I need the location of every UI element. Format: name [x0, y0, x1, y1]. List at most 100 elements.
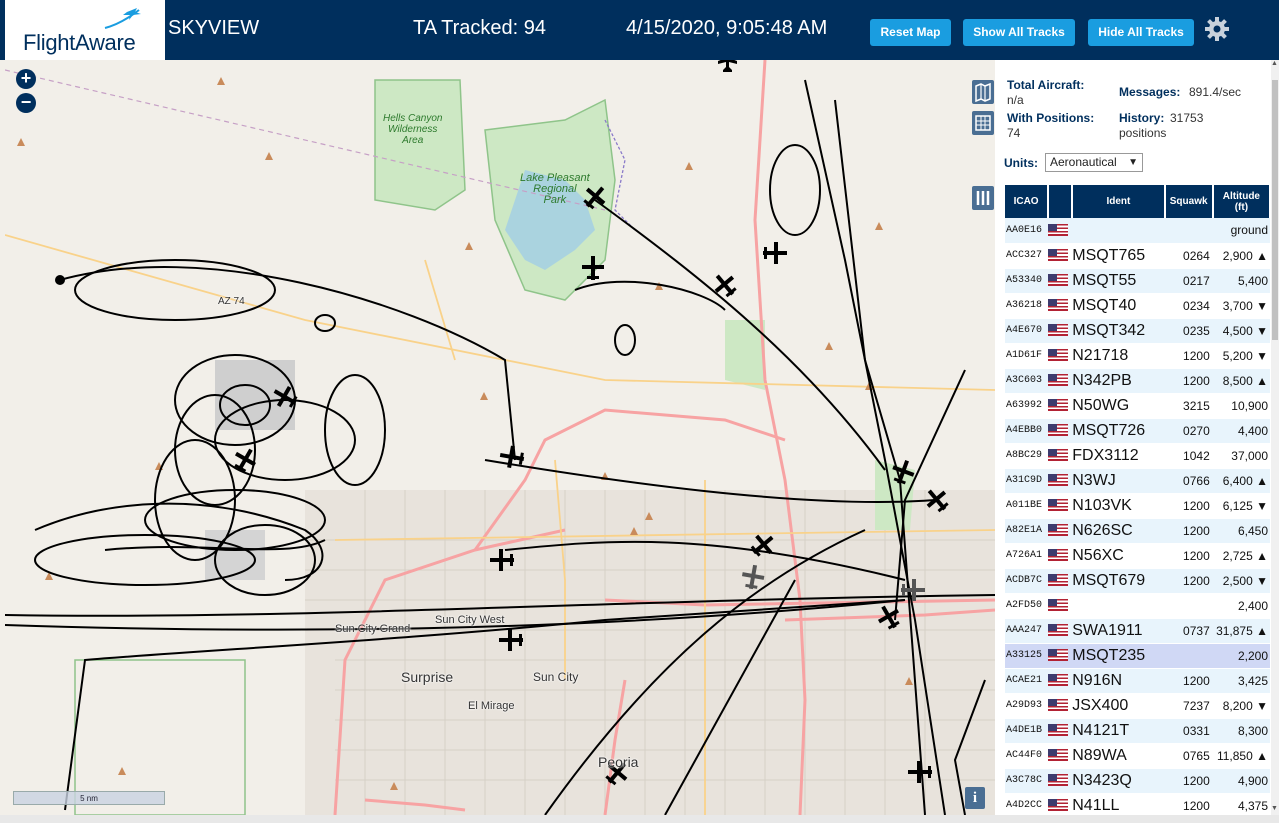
- flag-cell: [1048, 543, 1073, 569]
- table-row[interactable]: ACAE21 N916N 1200 3,425: [1005, 668, 1270, 694]
- skyview-app: FlightAware SKYVIEW TA Tracked: 94 4/15/…: [0, 0, 1279, 823]
- table-row[interactable]: A2FD50 2,400: [1005, 593, 1270, 619]
- icao-cell: A3C78C: [1005, 768, 1049, 794]
- table-row[interactable]: A726A1 N56XC 1200 2,725 ▲: [1005, 543, 1270, 569]
- altitude-cell: 3,425: [1212, 668, 1270, 694]
- map-layers-button[interactable]: [972, 80, 994, 104]
- us-flag-icon: [1048, 324, 1069, 337]
- flag-cell: [1048, 618, 1073, 644]
- ident-cell: MSQT726: [1072, 418, 1165, 444]
- map-canvas[interactable]: Hells Canyon Wilderness Area Lake Pleasa…: [5, 60, 995, 815]
- table-row[interactable]: A31C9D N3WJ 0766 6,400 ▲: [1005, 468, 1270, 494]
- squawk-cell: 1200: [1164, 543, 1213, 569]
- table-row[interactable]: A3C603 N342PB 1200 8,500 ▲: [1005, 368, 1270, 394]
- table-row[interactable]: A3C78C N3423Q 1200 4,900: [1005, 768, 1270, 794]
- table-row[interactable]: A4E670 MSQT342 0235 4,500 ▼: [1005, 318, 1270, 344]
- table-row[interactable]: A1D61F N21718 1200 5,200 ▼: [1005, 343, 1270, 369]
- show-all-tracks-button[interactable]: Show All Tracks: [963, 19, 1075, 46]
- grid-toggle-button[interactable]: [972, 111, 994, 135]
- col-altitude-label: Altitude: [1222, 190, 1260, 202]
- altitude-cell: 2,900 ▲: [1212, 243, 1270, 269]
- ident-cell: MSQT235: [1072, 643, 1165, 669]
- table-row[interactable]: AAA247 SWA1911 0737 31,875 ▲: [1005, 618, 1270, 644]
- flag-cell: [1048, 468, 1073, 494]
- units-select[interactable]: Aeronautical ▼: [1045, 153, 1143, 172]
- table-row[interactable]: AA0E16 ground: [1005, 218, 1270, 244]
- table-row[interactable]: A29D93 JSX400 7237 8,200 ▼: [1005, 693, 1270, 719]
- history-value: 31753: [1170, 111, 1204, 125]
- col-ident[interactable]: Ident: [1072, 185, 1166, 218]
- table-header-row: ICAO Ident Squawk Altitude (ft): [1005, 185, 1271, 218]
- table-row[interactable]: A4EBB0 MSQT726 0270 4,400: [1005, 418, 1270, 444]
- scroll-down-icon[interactable]: ▼: [1271, 805, 1278, 812]
- flag-cell: [1048, 668, 1073, 694]
- header-bar: FlightAware SKYVIEW TA Tracked: 94 4/15/…: [0, 0, 1279, 60]
- altitude-cell: 6,400 ▲: [1212, 468, 1270, 494]
- table-row[interactable]: A4DE1B N4121T 0331 8,300: [1005, 718, 1270, 744]
- squawk-cell: [1164, 218, 1213, 244]
- columns-toggle-button[interactable]: [972, 186, 994, 210]
- reset-map-button[interactable]: Reset Map: [870, 19, 951, 46]
- us-flag-icon: [1048, 599, 1069, 612]
- table-row[interactable]: A63992 N50WG 3215 10,900: [1005, 393, 1270, 419]
- ident-cell: MSQT55: [1072, 268, 1165, 294]
- hide-all-tracks-button[interactable]: Hide All Tracks: [1088, 19, 1194, 46]
- flag-cell: [1048, 793, 1073, 815]
- table-row[interactable]: A82E1A N626SC 1200 6,450: [1005, 518, 1270, 544]
- altitude-cell: 31,875 ▲: [1212, 618, 1270, 644]
- col-icao[interactable]: ICAO: [1005, 185, 1050, 218]
- columns-icon: [976, 191, 990, 205]
- us-flag-icon: [1048, 424, 1069, 437]
- table-row[interactable]: A4D2CC N41LL 1200 4,375: [1005, 793, 1270, 815]
- flightaware-logo[interactable]: FlightAware: [5, 0, 165, 60]
- icao-cell: A36218: [1005, 293, 1049, 319]
- table-row[interactable]: A53340 MSQT55 0217 5,400: [1005, 268, 1270, 294]
- altitude-cell: 8,500 ▲: [1212, 368, 1270, 394]
- flag-cell: [1048, 493, 1073, 519]
- squawk-cell: 1200: [1164, 568, 1213, 594]
- table-row[interactable]: A36218 MSQT40 0234 3,700 ▼: [1005, 293, 1270, 319]
- ident-cell: [1072, 218, 1165, 244]
- ident-cell: N89WA: [1072, 743, 1165, 769]
- squawk-cell: 1200: [1164, 368, 1213, 394]
- info-button[interactable]: i: [965, 787, 985, 809]
- flag-cell: [1048, 393, 1073, 419]
- peoria-label: Peoria: [598, 754, 639, 770]
- lake-pleasant-label: Lake Pleasant Regional Park: [520, 172, 590, 206]
- altitude-cell: 5,200 ▼: [1212, 343, 1270, 369]
- total-aircraft-value: n/a: [1007, 93, 1024, 107]
- scrollbar-thumb[interactable]: [1272, 80, 1278, 340]
- squawk-cell: 0234: [1164, 293, 1213, 319]
- table-row[interactable]: ACDB7C MSQT679 1200 2,500 ▼: [1005, 568, 1270, 594]
- scroll-up-icon[interactable]: ▲: [1271, 60, 1278, 67]
- ident-cell: N41LL: [1072, 793, 1165, 815]
- flag-cell: [1048, 593, 1073, 619]
- us-flag-icon: [1048, 799, 1069, 812]
- table-row[interactable]: A33125 MSQT235 2,200: [1005, 643, 1270, 669]
- table-row[interactable]: AC44F0 N89WA 0765 11,850 ▲: [1005, 743, 1270, 769]
- zoom-out-button[interactable]: −: [16, 93, 36, 113]
- icao-cell: A82E1A: [1005, 518, 1049, 544]
- col-altitude[interactable]: Altitude (ft): [1212, 185, 1271, 218]
- history-unit: positions: [1119, 126, 1167, 140]
- ident-cell: N56XC: [1072, 543, 1165, 569]
- us-flag-icon: [1048, 549, 1069, 562]
- us-flag-icon: [1048, 649, 1069, 662]
- ident-cell: N50WG: [1072, 393, 1165, 419]
- col-squawk[interactable]: Squawk: [1164, 185, 1214, 218]
- sidebar-scrollbar[interactable]: ▲ ▼: [1271, 60, 1279, 815]
- icao-cell: A2FD50: [1005, 593, 1049, 619]
- altitude-cell: 2,400: [1212, 593, 1270, 619]
- gear-icon[interactable]: [1204, 16, 1230, 42]
- grid-icon: [975, 115, 991, 131]
- aircraft-table: ICAO Ident Squawk Altitude (ft) AA0E16 gro…: [1005, 185, 1271, 815]
- ident-cell: JSX400: [1072, 693, 1165, 719]
- zoom-in-button[interactable]: +: [16, 69, 36, 89]
- table-row[interactable]: A011BE N103VK 1200 6,125 ▼: [1005, 493, 1270, 519]
- ident-cell: N103VK: [1072, 493, 1165, 519]
- table-row[interactable]: ACC327 MSQT765 0264 2,900 ▲: [1005, 243, 1270, 269]
- aircraft-sidebar: Total Aircraft: n/a With Positions: 74 M…: [995, 60, 1271, 815]
- altitude-cell: 4,500 ▼: [1212, 318, 1270, 344]
- table-row[interactable]: A8BC29 FDX3112 1042 37,000: [1005, 443, 1270, 469]
- ident-cell: N4121T: [1072, 718, 1165, 744]
